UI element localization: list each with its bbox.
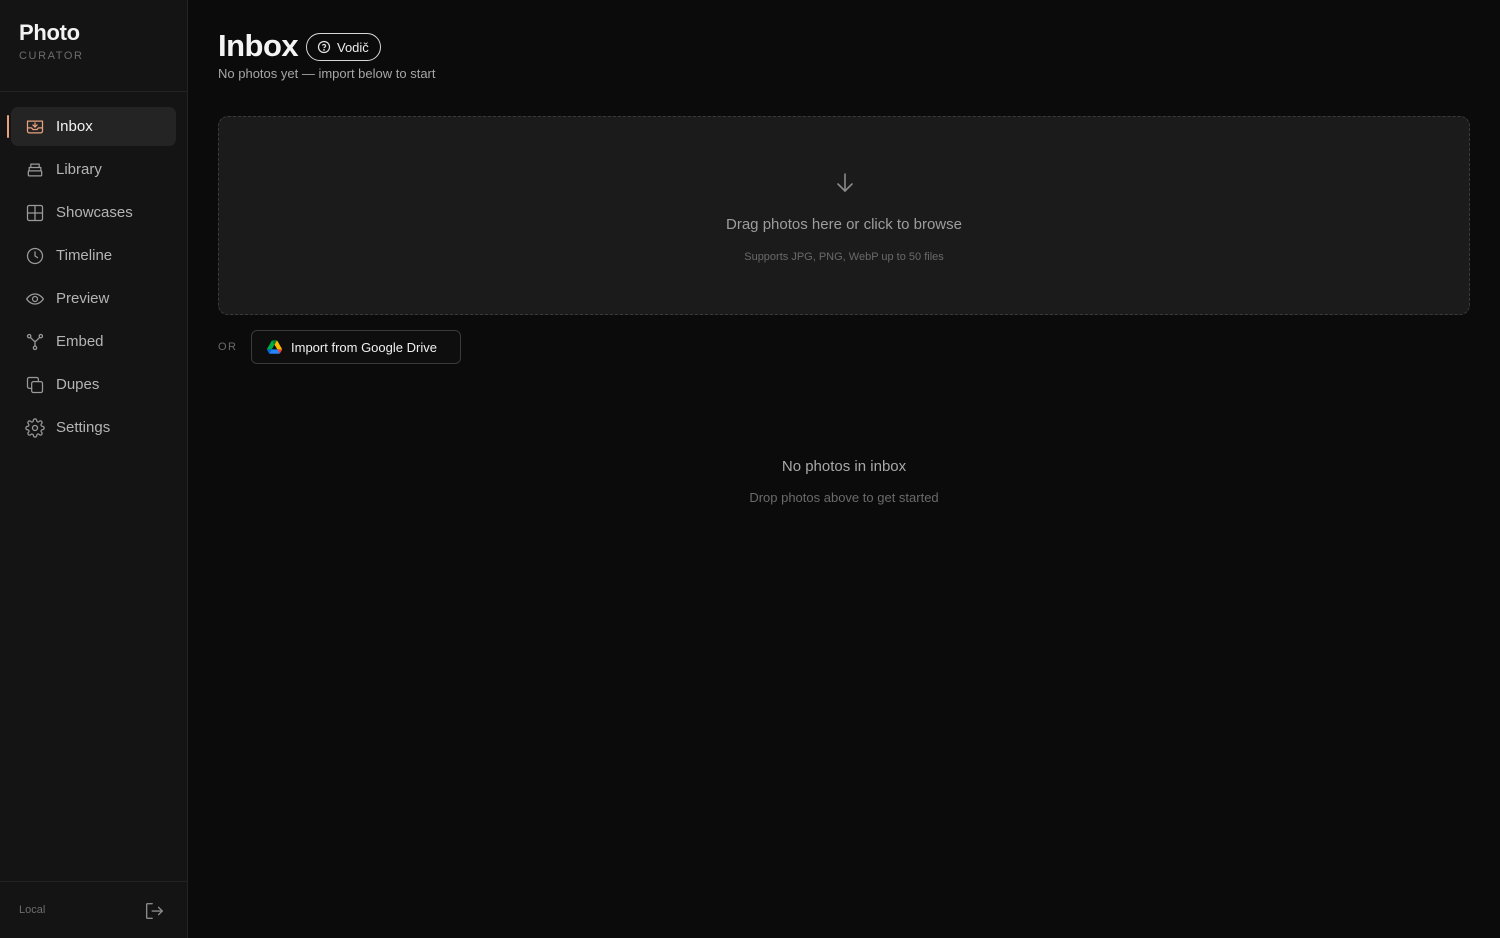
library-icon	[25, 160, 45, 180]
or-separator: OR	[218, 341, 238, 353]
page-title: Inbox	[218, 28, 299, 63]
page-subtitle: No photos yet — import below to start	[218, 66, 436, 81]
brand-title: Photo	[19, 20, 80, 45]
sidebar: Photo CURATOR Inbox Library Showcases Ti…	[0, 0, 188, 938]
google-drive-icon	[267, 340, 282, 354]
sidebar-item-label: Embed	[56, 333, 104, 350]
guide-button[interactable]: Vodič	[306, 33, 381, 61]
branch-icon	[25, 332, 45, 352]
sidebar-item-label: Preview	[56, 290, 110, 307]
sidebar-item-inbox[interactable]: Inbox	[7, 107, 176, 146]
guide-button-label: Vodič	[337, 39, 369, 55]
empty-state-subtitle: Drop photos above to get started	[749, 490, 939, 505]
main-content: Inbox Vodič No photos yet — import below…	[188, 0, 1500, 938]
sidebar-item-timeline[interactable]: Timeline	[11, 236, 176, 275]
inbox-icon	[25, 117, 45, 137]
sidebar-item-library[interactable]: Library	[11, 150, 176, 189]
sidebar-item-showcases[interactable]: Showcases	[11, 193, 176, 232]
sidebar-item-dupes[interactable]: Dupes	[11, 365, 176, 404]
brand-subtitle: CURATOR	[19, 50, 84, 62]
clock-icon	[25, 246, 45, 266]
sidebar-item-label: Timeline	[56, 247, 113, 264]
gear-icon	[25, 417, 45, 438]
photo-dropzone[interactable]: Drag photos here or click to browse Supp…	[218, 116, 1470, 315]
sidebar-item-embed[interactable]: Embed	[11, 322, 176, 361]
sidebar-item-label: Showcases	[56, 204, 133, 221]
workspace-label: Local	[19, 904, 46, 916]
help-icon	[317, 40, 331, 54]
eye-icon	[25, 289, 45, 309]
copy-icon	[25, 375, 45, 395]
dropzone-hint: Supports JPG, PNG, WebP up to 50 files	[744, 251, 944, 263]
dropzone-text: Drag photos here or click to browse	[726, 216, 962, 233]
sidebar-item-label: Dupes	[56, 376, 100, 393]
sidebar-item-label: Settings	[56, 419, 111, 436]
sidebar-item-label: Library	[56, 161, 102, 178]
sidebar-nav: Inbox Library Showcases Timeline Preview	[7, 107, 176, 451]
import-google-drive-label: Import from Google Drive	[291, 339, 437, 355]
sidebar-item-label: Inbox	[56, 118, 93, 135]
empty-state-title: No photos in inbox	[781, 458, 907, 475]
sidebar-footer: Local	[0, 881, 187, 938]
sidebar-item-settings[interactable]: Settings	[11, 408, 176, 447]
divider	[0, 91, 187, 92]
brand: Photo CURATOR	[19, 20, 84, 62]
arrow-down-icon	[833, 171, 857, 195]
logout-icon[interactable]	[143, 900, 165, 922]
grid-icon	[25, 203, 45, 223]
import-google-drive-button[interactable]: Import from Google Drive	[251, 330, 461, 364]
sidebar-item-preview[interactable]: Preview	[11, 279, 176, 318]
